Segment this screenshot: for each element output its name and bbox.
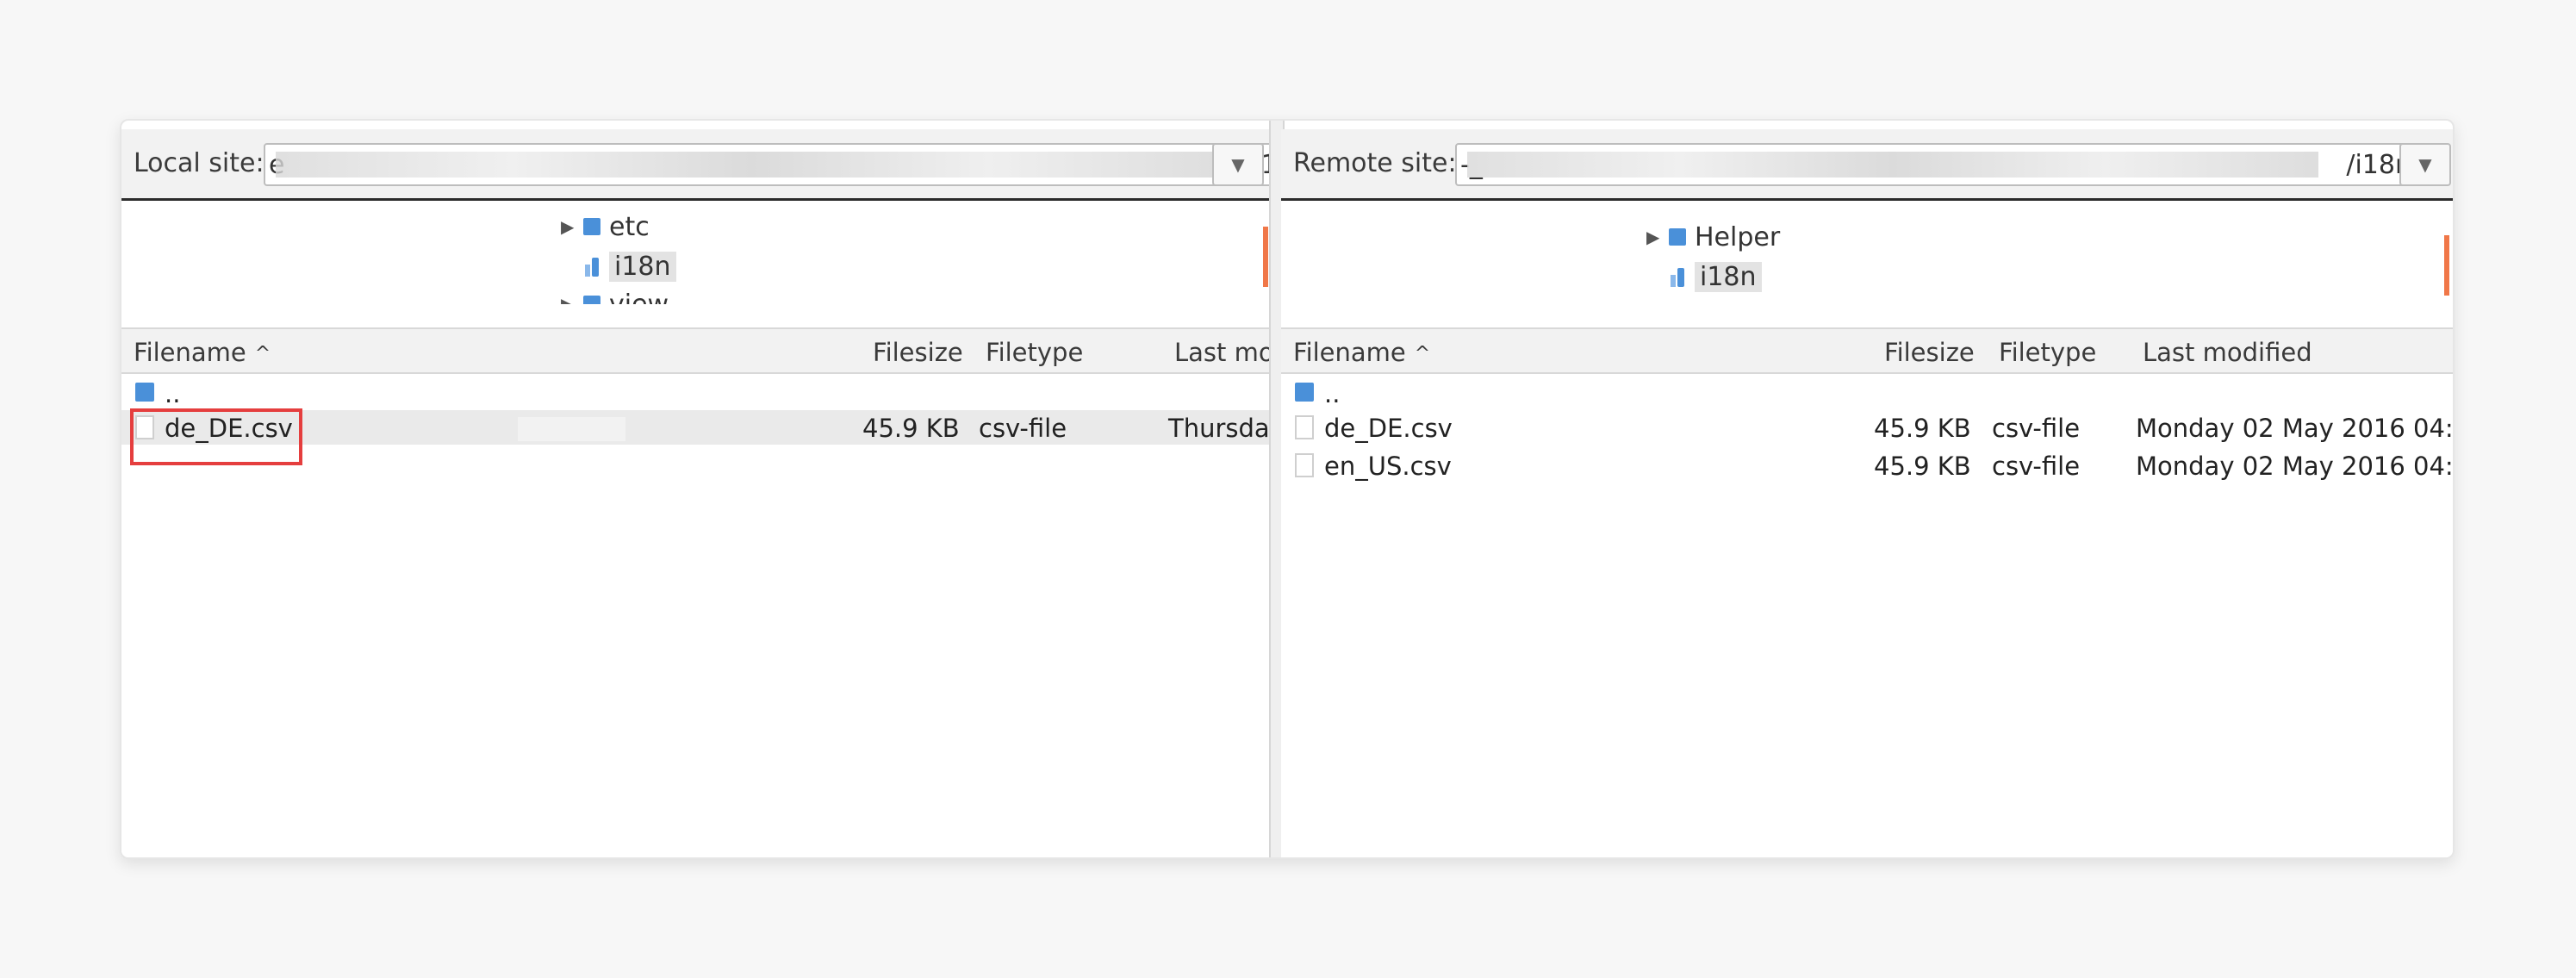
remote-site-bar: Remote site: -_ /i18n ▼ <box>1281 129 2453 201</box>
tree-item-i18n[interactable]: i18n <box>583 249 676 283</box>
expand-arrow-icon[interactable]: ▶ <box>561 294 583 304</box>
tree-item-etc[interactable]: ▶ etc <box>561 209 650 244</box>
tree-scroll-marker <box>2444 235 2449 296</box>
file-type: csv-file <box>1992 452 2081 481</box>
list-item-file[interactable]: en_US.csv 45.9 KB csv-file Monday 02 May… <box>1281 448 2453 483</box>
remote-path-dropdown-button[interactable]: ▼ <box>2399 143 2451 186</box>
local-path-dropdown-button[interactable]: ▼ <box>1212 143 1264 186</box>
column-last-modified[interactable]: Last modified <box>2143 338 2312 367</box>
file-icon <box>1295 453 1314 477</box>
file-name: .. <box>165 379 181 408</box>
list-item-up[interactable]: .. <box>121 376 1269 410</box>
folder-icon <box>583 218 600 235</box>
remote-path-redacted <box>1467 152 2318 178</box>
tree-item-label: i18n <box>609 251 676 282</box>
remote-file-list-header: Filename ^ Filesize Filetype Last modifie… <box>1281 327 2453 374</box>
sort-ascending-icon: ^ <box>1414 343 1431 364</box>
local-path-redacted <box>276 152 1226 178</box>
column-filename[interactable]: Filename ^ <box>1293 338 1430 367</box>
tree-item-label: etc <box>609 211 650 242</box>
column-filetype[interactable]: Filetype <box>1999 338 2096 367</box>
column-last-modified[interactable]: Last mo <box>1174 338 1269 367</box>
tree-item-label: view <box>609 289 669 305</box>
file-modified: Monday 02 May 2016 04:2: <box>2136 414 2453 443</box>
redacted-area <box>518 417 625 441</box>
column-filename[interactable]: Filename ^ <box>134 338 271 367</box>
local-site-label: Local site: <box>134 148 264 178</box>
folder-icon <box>1669 228 1686 246</box>
local-site-input[interactable]: e /i18n/ <box>264 143 1269 186</box>
file-name: en_US.csv <box>1324 452 1452 481</box>
file-type: csv-file <box>1992 414 2081 443</box>
local-directory-tree: ▶ etc i18n ▶ view <box>121 201 1269 304</box>
file-name: .. <box>1324 379 1341 408</box>
remote-site-input[interactable]: -_ /i18n <box>1455 143 2424 186</box>
sort-ascending-icon: ^ <box>254 343 271 364</box>
local-site-bar: Local site: e /i18n/ ▼ <box>121 129 1269 201</box>
list-item-file[interactable]: de_DE.csv 45.9 KB csv-file Monday 02 May… <box>1281 410 2453 445</box>
file-type: csv-file <box>979 414 1067 443</box>
expand-arrow-icon[interactable]: ▶ <box>1646 227 1669 247</box>
column-filename-label: Filename <box>1293 338 1406 367</box>
chevron-down-icon: ▼ <box>1231 154 1245 175</box>
folder-open-icon <box>1669 266 1686 287</box>
folder-icon <box>583 296 600 304</box>
column-filesize[interactable]: Filesize <box>1884 338 1975 367</box>
file-icon <box>1295 415 1314 439</box>
file-size: 45.9 KB <box>862 414 960 443</box>
parent-folder-icon <box>135 383 154 402</box>
tree-scroll-marker <box>1263 227 1268 287</box>
tree-item-view[interactable]: ▶ view <box>561 287 669 304</box>
column-filename-label: Filename <box>134 338 246 367</box>
chevron-down-icon: ▼ <box>2418 154 2432 175</box>
tree-item-label: Helper <box>1695 221 1781 252</box>
remote-pane: Remote site: -_ /i18n ▼ ▶ Helper i18n <box>1281 129 2453 857</box>
file-size: 45.9 KB <box>1874 452 1971 481</box>
file-modified: Monday 02 May 2016 04:1! <box>2136 452 2453 481</box>
file-modified: Thursday <box>1168 414 1269 443</box>
highlight-annotation <box>130 408 302 465</box>
parent-folder-icon <box>1295 383 1314 402</box>
remote-site-label: Remote site: <box>1293 148 1457 178</box>
column-filesize[interactable]: Filesize <box>873 338 963 367</box>
tree-item-helper[interactable]: ▶ Helper <box>1646 220 1780 254</box>
remote-directory-tree: ▶ Helper i18n <box>1281 201 2453 304</box>
column-filetype[interactable]: Filetype <box>986 338 1083 367</box>
tree-item-label: i18n <box>1695 261 1762 292</box>
list-item-up[interactable]: .. <box>1281 376 2453 410</box>
file-manager-window: Local site: e /i18n/ ▼ ▶ etc i18n ▶ <box>120 119 2455 859</box>
tree-item-i18n[interactable]: i18n <box>1669 259 1762 294</box>
folder-open-icon <box>583 256 600 277</box>
local-file-list-header: Filename ^ Filesize Filetype Last mo <box>121 327 1269 374</box>
expand-arrow-icon[interactable]: ▶ <box>561 216 583 237</box>
file-name: de_DE.csv <box>1324 414 1453 443</box>
file-size: 45.9 KB <box>1874 414 1971 443</box>
local-pane: Local site: e /i18n/ ▼ ▶ etc i18n ▶ <box>121 129 1269 857</box>
